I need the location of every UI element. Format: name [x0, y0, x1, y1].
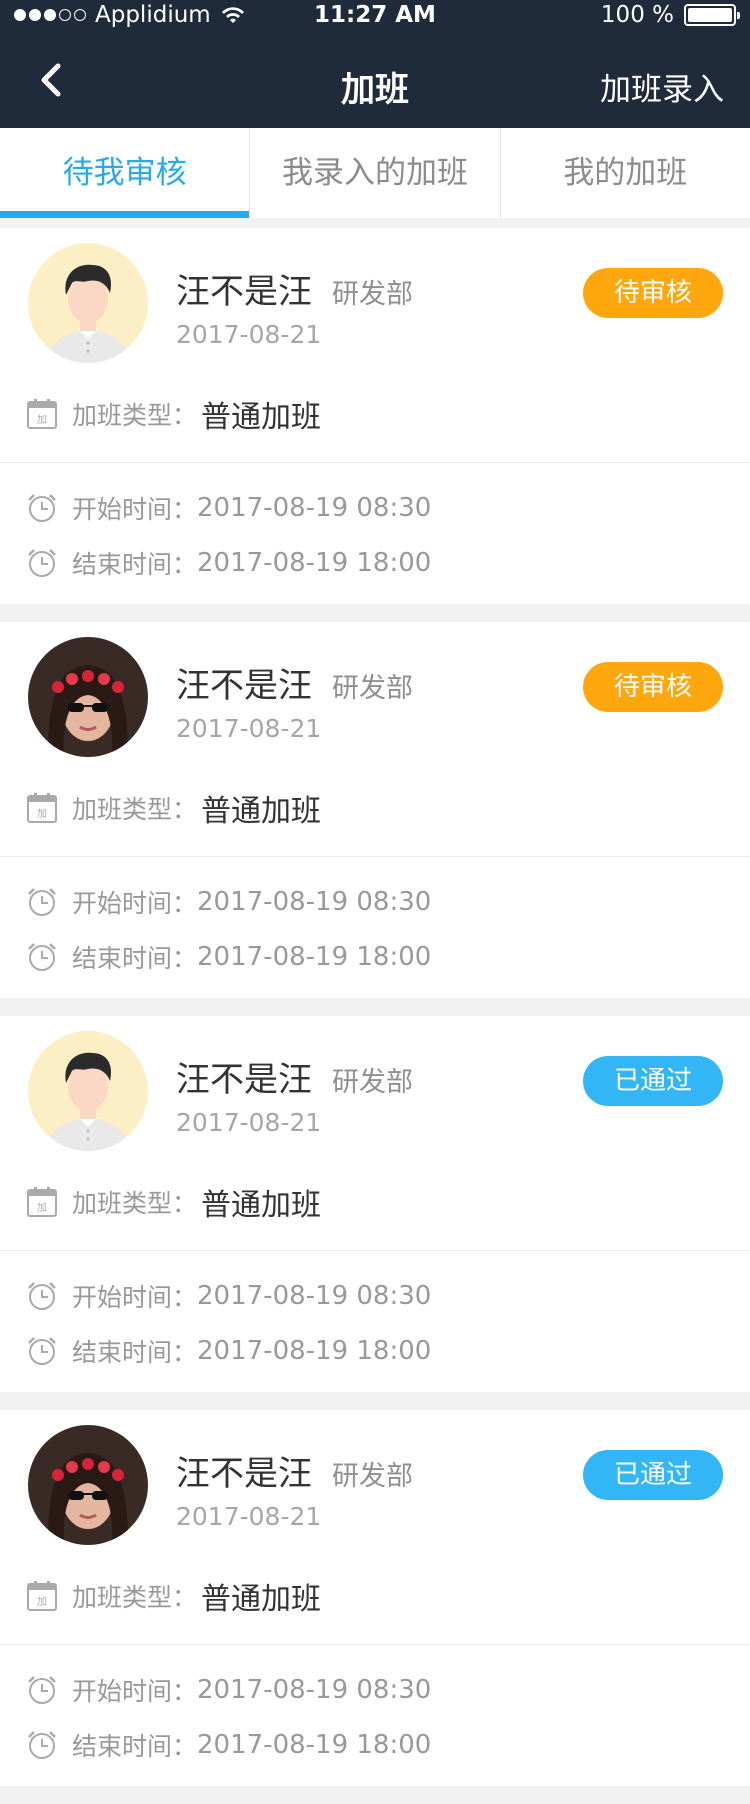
start-time-row: 开始时间： 2017-08-19 08:30 — [26, 488, 431, 528]
start-label: 开始时间： — [72, 889, 198, 918]
tab-pending-review[interactable]: 待我审核 — [0, 128, 251, 218]
battery-icon — [684, 4, 740, 26]
employee-name: 汪不是汪 — [176, 272, 312, 312]
end-label: 结束时间： — [72, 1732, 198, 1761]
overtime-type-row: 加 加班类型： 普通加班 — [26, 788, 322, 829]
overtime-card[interactable]: 汪不是汪 研发部 2017-08-21 已通过 加 加班类型： 普通加班 开始时… — [0, 1410, 750, 1786]
start-time-row: 开始时间： 2017-08-19 08:30 — [26, 882, 431, 922]
start-time-row: 开始时间： 2017-08-19 08:30 — [26, 1276, 431, 1316]
department: 研发部 — [332, 279, 413, 310]
status-badge: 待审核 — [583, 268, 723, 318]
alarm-clock-icon — [28, 494, 56, 522]
overtime-type-row: 加 加班类型： 普通加班 — [26, 1576, 322, 1617]
overtime-type-row: 加 加班类型： 普通加班 — [26, 394, 322, 435]
end-time-row: 结束时间： 2017-08-19 18:00 — [26, 1725, 431, 1765]
tab-label: 我的加班 — [563, 155, 688, 191]
alarm-clock-icon — [28, 1676, 56, 1704]
type-value: 普通加班 — [201, 400, 322, 435]
type-value: 普通加班 — [201, 1582, 322, 1617]
alarm-clock-icon — [28, 549, 56, 577]
alarm-clock-icon — [28, 1731, 56, 1759]
start-time-row: 开始时间： 2017-08-19 08:30 — [26, 1670, 431, 1710]
department: 研发部 — [332, 673, 413, 704]
submit-date: 2017-08-21 — [176, 714, 322, 743]
calendar-icon: 加 — [27, 793, 57, 823]
tab-label: 待我审核 — [62, 155, 187, 191]
overtime-type-row: 加 加班类型： 普通加班 — [26, 1182, 322, 1223]
tab-my-overtime[interactable]: 我的加班 — [501, 128, 750, 218]
divider — [0, 1250, 750, 1251]
end-value: 2017-08-19 18:00 — [197, 942, 432, 972]
start-label: 开始时间： — [72, 495, 198, 524]
svg-text:加: 加 — [37, 808, 47, 820]
photo-avatar-icon — [28, 637, 148, 757]
overtime-card[interactable]: 汪不是汪 研发部 2017-08-21 待审核 加 加班类型： 普通加班 开始时… — [0, 622, 750, 998]
svg-text:加: 加 — [37, 414, 47, 426]
type-label: 加班类型： — [72, 401, 198, 430]
overtime-list: 汪不是汪 研发部 2017-08-21 待审核 加 加班类型： 普通加班 开始时… — [0, 228, 750, 1804]
alarm-clock-icon — [28, 1282, 56, 1310]
tab-label: 我录入的加班 — [281, 155, 468, 191]
alarm-clock-icon — [28, 888, 56, 916]
overtime-entry-button[interactable]: 加班录入 — [600, 64, 724, 109]
type-value: 普通加班 — [201, 1188, 322, 1223]
divider — [0, 462, 750, 463]
type-label: 加班类型： — [72, 1583, 198, 1612]
photo-avatar-icon — [28, 1425, 148, 1545]
start-value: 2017-08-19 08:30 — [197, 1675, 432, 1705]
start-value: 2017-08-19 08:30 — [197, 493, 432, 523]
status-badge: 待审核 — [583, 662, 723, 712]
alarm-clock-icon — [28, 1337, 56, 1365]
battery-group: 100 % — [600, 2, 740, 28]
end-value: 2017-08-19 18:00 — [197, 1730, 432, 1760]
start-value: 2017-08-19 08:30 — [197, 887, 432, 917]
battery-percent: 100 % — [600, 2, 674, 28]
calendar-icon: 加 — [27, 1581, 57, 1611]
calendar-icon: 加 — [27, 399, 57, 429]
submit-date: 2017-08-21 — [176, 1108, 322, 1137]
type-value: 普通加班 — [201, 794, 322, 829]
svg-text:加: 加 — [37, 1596, 47, 1608]
end-time-row: 结束时间： 2017-08-19 18:00 — [26, 1331, 431, 1371]
nav-bar: 加班 加班录入 — [0, 32, 750, 128]
end-label: 结束时间： — [72, 944, 198, 973]
type-label: 加班类型： — [72, 795, 198, 824]
end-value: 2017-08-19 18:00 — [197, 1336, 432, 1366]
calendar-icon: 加 — [27, 1187, 57, 1217]
department: 研发部 — [332, 1461, 413, 1492]
tab-my-entries[interactable]: 我录入的加班 — [250, 128, 501, 218]
tab-bar: 待我审核 我录入的加班 我的加班 — [0, 128, 750, 218]
employee-name: 汪不是汪 — [176, 666, 312, 706]
svg-text:加: 加 — [37, 1202, 47, 1214]
overtime-card[interactable]: 汪不是汪 研发部 2017-08-21 待审核 加 加班类型： 普通加班 开始时… — [0, 228, 750, 604]
divider — [0, 1644, 750, 1645]
department: 研发部 — [332, 1067, 413, 1098]
overtime-card[interactable]: 汪不是汪 研发部 2017-08-21 已通过 加 加班类型： 普通加班 开始时… — [0, 1016, 750, 1392]
tab-active-indicator — [0, 211, 250, 218]
status-badge: 已通过 — [583, 1056, 723, 1106]
end-value: 2017-08-19 18:00 — [197, 548, 432, 578]
start-label: 开始时间： — [72, 1677, 198, 1706]
end-label: 结束时间： — [72, 1338, 198, 1367]
divider — [0, 856, 750, 857]
end-label: 结束时间： — [72, 550, 198, 579]
app-header: Applidium 11:27 AM 100 % 加班 加班录入 — [0, 0, 750, 128]
cartoon-avatar-icon — [28, 243, 148, 363]
submit-date: 2017-08-21 — [176, 1502, 322, 1531]
cartoon-avatar-icon — [28, 1031, 148, 1151]
end-time-row: 结束时间： 2017-08-19 18:00 — [26, 937, 431, 977]
employee-name: 汪不是汪 — [176, 1060, 312, 1100]
alarm-clock-icon — [28, 943, 56, 971]
status-bar: Applidium 11:27 AM 100 % — [0, 0, 750, 32]
status-badge: 已通过 — [583, 1450, 723, 1500]
type-label: 加班类型： — [72, 1189, 198, 1218]
end-time-row: 结束时间： 2017-08-19 18:00 — [26, 543, 431, 583]
submit-date: 2017-08-21 — [176, 320, 322, 349]
start-label: 开始时间： — [72, 1283, 198, 1312]
employee-name: 汪不是汪 — [176, 1454, 312, 1494]
start-value: 2017-08-19 08:30 — [197, 1281, 432, 1311]
